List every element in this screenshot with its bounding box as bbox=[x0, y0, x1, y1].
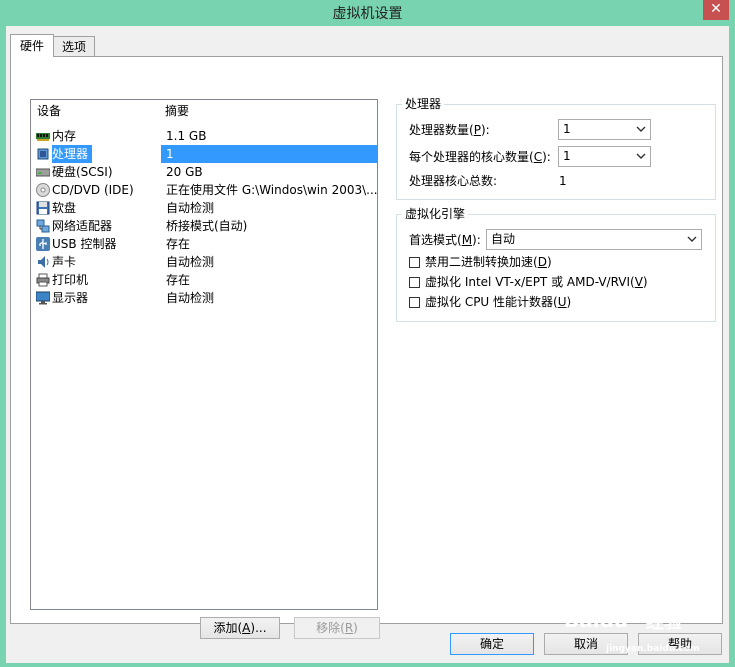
cores-per-processor-select[interactable]: 1 bbox=[558, 146, 651, 167]
total-cores-value: 1 bbox=[559, 174, 567, 188]
window-title: 虚拟机设置 bbox=[332, 6, 403, 22]
cd-dvd-icon bbox=[36, 183, 50, 197]
device-summary: 1.1 GB bbox=[166, 129, 207, 143]
display-icon bbox=[36, 291, 50, 305]
device-summary: 存在 bbox=[166, 237, 191, 251]
ok-button[interactable]: 确定 bbox=[450, 633, 534, 655]
usb-icon bbox=[36, 237, 50, 251]
virtualize-vtx-checkbox[interactable] bbox=[409, 277, 420, 288]
device-name: 软盘 bbox=[52, 201, 77, 215]
device-row-printer[interactable]: 打印机 存在 bbox=[31, 271, 377, 289]
device-name: CD/DVD (IDE) bbox=[52, 183, 134, 197]
device-name: 打印机 bbox=[52, 273, 89, 287]
device-summary: 20 GB bbox=[166, 165, 203, 179]
network-adapter-icon bbox=[36, 219, 50, 233]
device-name: 内存 bbox=[52, 129, 77, 143]
dialog-body: 硬件 选项 设备 摘要 内存 1.1 GB 处理器 1 硬盘(SCSI) 20 … bbox=[6, 26, 729, 663]
device-row-cd-dvd[interactable]: CD/DVD (IDE) 正在使用文件 G:\Windos\win 2003\.… bbox=[31, 181, 377, 199]
chevron-down-icon bbox=[687, 236, 697, 242]
total-cores-label: 处理器核心总数: bbox=[409, 174, 498, 188]
processor-group-title: 处理器 bbox=[402, 97, 445, 111]
cores-per-processor-label: 每个处理器的核心数量(C): bbox=[409, 150, 551, 164]
device-summary: 存在 bbox=[166, 273, 191, 287]
sound-card-icon bbox=[38, 256, 49, 268]
device-summary: 正在使用文件 G:\Windos\win 2003\... bbox=[166, 183, 377, 197]
device-summary: 1 bbox=[161, 145, 377, 163]
processor-count-label: 处理器数量(P): bbox=[409, 123, 490, 137]
watermark-url: jingyan.baidu.com bbox=[606, 644, 700, 654]
tab-options[interactable]: 选项 bbox=[53, 36, 95, 57]
device-row-sound-card[interactable]: 声卡 自动检测 bbox=[31, 253, 377, 271]
watermark-sub: 经验 bbox=[646, 612, 682, 633]
device-name: 处理器 bbox=[52, 145, 93, 163]
device-row-floppy[interactable]: 软盘 自动检测 bbox=[31, 199, 377, 217]
memory-icon bbox=[36, 133, 50, 141]
device-summary: 自动检测 bbox=[166, 291, 215, 305]
remove-button[interactable]: 移除(R) bbox=[294, 617, 380, 639]
tab-hardware[interactable]: 硬件 bbox=[10, 34, 54, 57]
device-row-usb-controller[interactable]: USB 控制器 存在 bbox=[31, 235, 377, 253]
device-name: USB 控制器 bbox=[52, 237, 117, 251]
column-header-device[interactable]: 设备 bbox=[37, 100, 61, 122]
device-row-display[interactable]: 显示器 自动检测 bbox=[31, 289, 377, 307]
device-list: 设备 摘要 内存 1.1 GB 处理器 1 硬盘(SCSI) 20 GB CD/… bbox=[30, 99, 378, 610]
device-row-network-adapter[interactable]: 网络适配器 桥接模式(自动) bbox=[31, 217, 377, 235]
title-bar: 虚拟机设置 ✕ bbox=[0, 0, 735, 26]
processor-count-select[interactable]: 1 bbox=[558, 119, 651, 140]
disable-binary-translation-checkbox[interactable] bbox=[409, 257, 420, 268]
chevron-down-icon bbox=[636, 126, 646, 132]
hard-disk-icon bbox=[36, 168, 50, 177]
add-button[interactable]: 添加(A)... bbox=[200, 617, 280, 639]
device-summary: 桥接模式(自动) bbox=[166, 219, 248, 233]
virtualize-cpu-counters-label: 虚拟化 CPU 性能计数器(U) bbox=[425, 295, 572, 309]
device-row-memory[interactable]: 内存 1.1 GB bbox=[31, 127, 377, 145]
device-name: 显示器 bbox=[52, 291, 89, 305]
hardware-panel: 设备 摘要 内存 1.1 GB 处理器 1 硬盘(SCSI) 20 GB CD/… bbox=[10, 56, 723, 639]
device-name: 声卡 bbox=[52, 255, 77, 269]
preferred-mode-select[interactable]: 自动 bbox=[486, 229, 702, 250]
close-button[interactable]: ✕ bbox=[703, 0, 729, 20]
processor-icon bbox=[37, 148, 49, 160]
device-row-hard-disk[interactable]: 硬盘(SCSI) 20 GB bbox=[31, 163, 377, 181]
device-summary: 自动检测 bbox=[166, 201, 215, 215]
device-row-processor[interactable]: 处理器 1 bbox=[31, 145, 377, 163]
device-name: 硬盘(SCSI) bbox=[52, 165, 113, 179]
preferred-mode-label: 首选模式(M): bbox=[409, 233, 481, 247]
virtualize-cpu-counters-checkbox[interactable] bbox=[409, 297, 420, 308]
floppy-icon bbox=[36, 201, 50, 215]
virtualization-engine-title: 虚拟化引擎 bbox=[402, 207, 469, 221]
device-summary: 自动检测 bbox=[166, 255, 215, 269]
virtualize-vtx-label: 虚拟化 Intel VT-x/EPT 或 AMD-V/RVI(V) bbox=[425, 275, 648, 289]
chevron-down-icon bbox=[636, 153, 646, 159]
device-name: 网络适配器 bbox=[52, 219, 113, 233]
printer-icon bbox=[36, 273, 50, 287]
disable-binary-translation-label: 禁用二进制转换加速(D) bbox=[425, 255, 552, 269]
watermark-brand: Baidu bbox=[564, 608, 629, 632]
column-header-summary[interactable]: 摘要 bbox=[165, 100, 189, 122]
